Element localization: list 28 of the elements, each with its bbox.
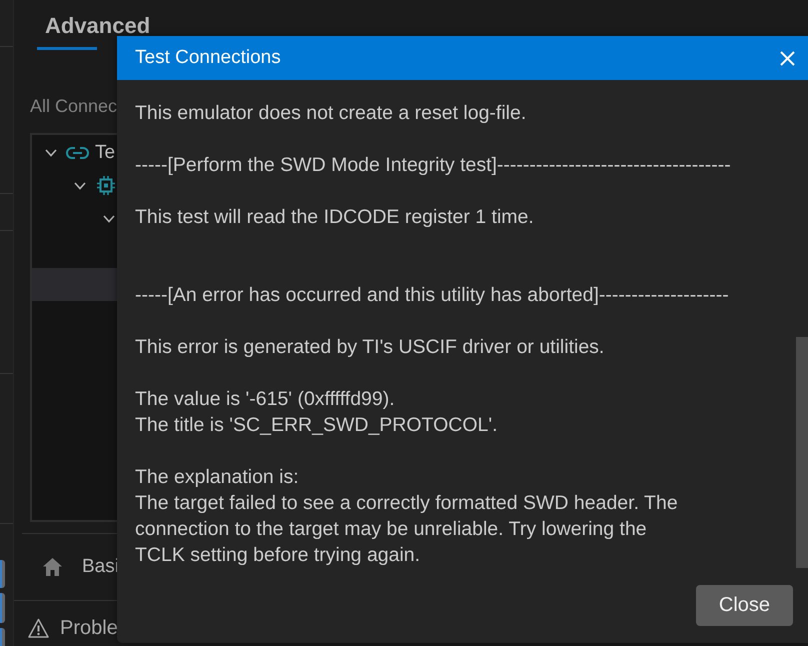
side-button[interactable]	[0, 560, 5, 588]
tab-underline	[37, 47, 97, 50]
nav-item[interactable]: Basi	[43, 556, 119, 578]
chevron-icon[interactable]	[103, 214, 115, 222]
tree-item-label[interactable]: Te	[95, 142, 116, 164]
log-text: This test will read the IDCODE register 1 time.	[135, 205, 534, 230]
close-button[interactable]	[780, 50, 795, 66]
section-label: All Connec	[30, 95, 118, 117]
tab[interactable]: Advanced	[37, 16, 150, 36]
home-icon	[43, 558, 62, 576]
log-text: The value is '-615' (0xfffffd99). The title is 'SC_ERR_SWD_PROTOCOL'.	[135, 387, 498, 438]
close-icon	[780, 50, 795, 66]
side-button[interactable]	[0, 593, 5, 623]
chevron-icon[interactable]	[74, 182, 86, 190]
log-text: This emulator does not create a reset log-file.	[135, 101, 526, 126]
side-button[interactable]	[0, 628, 5, 646]
scrollbar-thumb[interactable]	[796, 337, 808, 568]
chip-icon	[97, 176, 115, 195]
chevron-icon[interactable]	[45, 148, 57, 156]
log-text: -----[An error has occurred and this utility has aborted]--------------------	[135, 283, 729, 308]
link-icon	[66, 146, 89, 158]
warning-icon	[28, 618, 49, 638]
log-text: The explanation is: The target failed to see a correctly formatted SWD header. The connection to the target may be unreliable. Try lowering the TCLK setting before trying again.	[135, 465, 678, 568]
log-text: This error is generated by TI's USCIF driver or utilities.	[135, 335, 604, 360]
panel-tab[interactable]: Proble	[28, 616, 118, 640]
log-text: -----[Perform the SWD Mode Integrity test]------------------------------------	[135, 153, 731, 178]
close-button[interactable]: Close	[696, 585, 793, 626]
dialog-title: Test Connections	[135, 47, 281, 69]
